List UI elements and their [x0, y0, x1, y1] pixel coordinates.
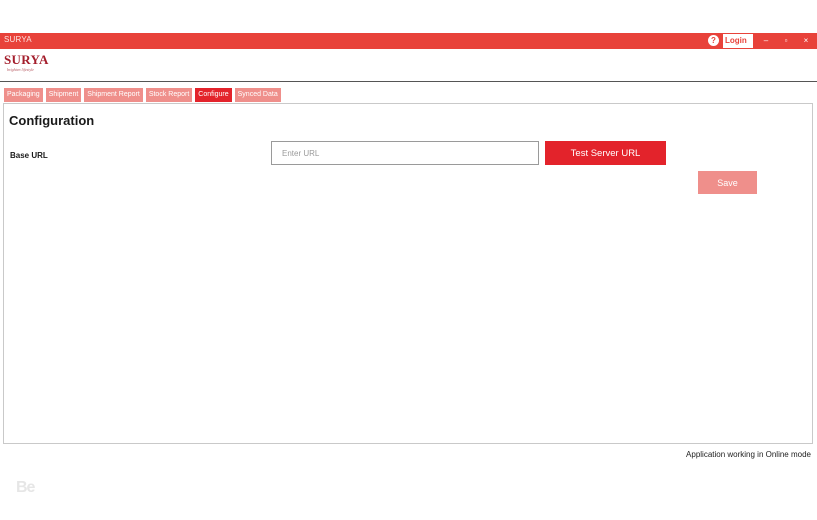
surya-logo: SURYA: [4, 52, 49, 67]
tab-synced-data[interactable]: Synced Data: [234, 88, 281, 102]
title-bar: SURYA ? Login – ▫ ×: [0, 33, 817, 49]
tab-shipment-report[interactable]: Shipment Report: [84, 88, 143, 102]
tab-configure[interactable]: Configure: [195, 88, 232, 102]
configuration-panel: Configuration Base URL Test Server URL S…: [3, 103, 813, 444]
restore-icon[interactable]: ▫: [779, 34, 793, 48]
close-icon[interactable]: ×: [799, 34, 813, 48]
behance-watermark: Be: [16, 479, 35, 496]
login-button[interactable]: Login: [723, 34, 753, 48]
base-url-label: Base URL: [10, 151, 48, 160]
status-text: Application working in Online mode: [686, 450, 811, 459]
tab-shipment[interactable]: Shipment: [45, 88, 82, 102]
help-icon[interactable]: ?: [708, 35, 719, 46]
minimize-icon[interactable]: –: [759, 34, 773, 48]
logo-tagline: brighten lifestyle: [7, 67, 34, 72]
test-server-url-button[interactable]: Test Server URL: [545, 141, 666, 165]
tab-bar: Packaging Shipment Shipment Report Stock…: [4, 88, 281, 102]
page-title: Configuration: [9, 113, 95, 128]
tab-stock-report[interactable]: Stock Report: [145, 88, 193, 102]
brand-bar: SURYA brighten lifestyle: [0, 49, 817, 82]
window-title: SURYA: [4, 35, 32, 44]
tab-packaging[interactable]: Packaging: [4, 88, 43, 102]
base-url-input[interactable]: [271, 141, 539, 165]
save-button[interactable]: Save: [698, 171, 757, 194]
